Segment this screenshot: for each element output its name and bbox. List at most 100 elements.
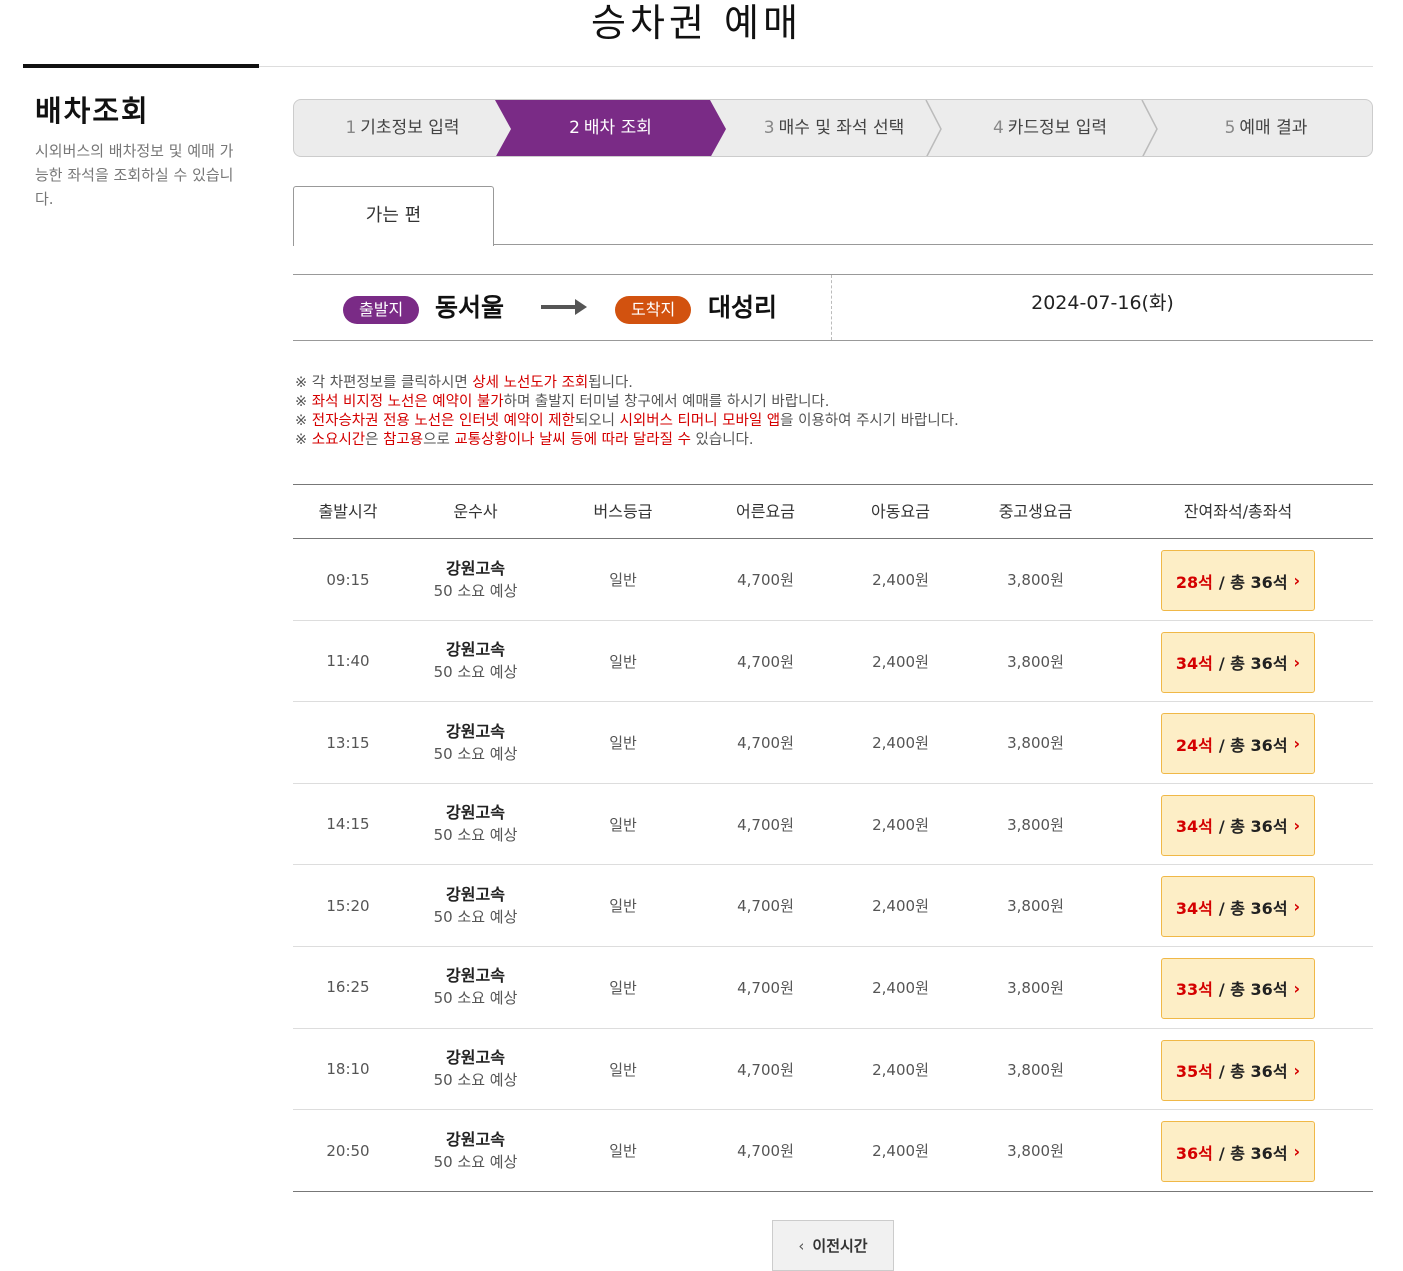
table-row[interactable]: 18:10 강원고속 50 소요 예상 일반 4,700원 2,400원 3,800원 35석… (293, 1029, 1373, 1111)
step-4: 4 카드정보 입력 (992, 118, 1108, 138)
table-row[interactable]: 13:15 강원고속 50 소요 예상 일반 4,700원 2,400원 3,800원 24석… (293, 702, 1373, 784)
child-fare: 2,400원 (872, 897, 929, 916)
bus-grade: 일반 (609, 978, 637, 997)
travel-duration: 50 소요 예상 (433, 1152, 518, 1171)
chevron-right-icon: › (1293, 897, 1301, 917)
chevron-left-icon: ‹ (798, 1236, 805, 1255)
carrier-name: 강원고속 (446, 640, 505, 660)
total-seats: / 총 36석 (1218, 817, 1288, 837)
bus-grade: 일반 (609, 571, 637, 589)
select-seat-button[interactable]: 34석 / 총 36석 › (1161, 876, 1315, 938)
side-description: 시외버스의 배차정보 및 예매 가능한 좌석을 조회하실 수 있습니다. (35, 142, 234, 208)
notice-text: 하며 출발지 터미널 창구에서 예매를 하시기 바랍니다. (503, 394, 830, 410)
travel-duration: 50 소요 예상 (433, 1071, 518, 1090)
select-seat-button[interactable]: 35석 / 총 36석 › (1161, 1039, 1315, 1101)
select-seat-button[interactable]: 33석 / 총 36석 › (1161, 957, 1315, 1019)
table-row[interactable]: 09:15 강원고속 50 소요 예상 일반 4,700원 2,400원 3,800원 28석… (293, 539, 1373, 621)
schedule-table: 출발시각 운수사 버스등급 어른요금 아동요금 중고생요금 잔여좌석/총좌석 0… (293, 484, 1373, 1192)
select-seat-button[interactable]: 28석 / 총 36석 › (1161, 550, 1315, 611)
teen-fare: 3,800원 (1007, 1142, 1064, 1161)
select-seat-button[interactable]: 36석 / 총 36석 › (1161, 1121, 1315, 1183)
notice-highlight: 좌석 비지정 노선은 예약이 불가 (311, 394, 504, 410)
notice-line: ※ 좌석 비지정 노선은 예약이 불가하며 출발지 터미널 창구에서 예매를 하… (295, 393, 959, 412)
teen-fare: 3,800원 (1007, 978, 1064, 997)
teen-fare: 3,800원 (1007, 897, 1064, 916)
travel-duration: 50 소요 예상 (433, 907, 518, 926)
remaining-seats: 35석 (1175, 1062, 1213, 1082)
bus-grade: 일반 (609, 652, 637, 671)
notice-highlight: 상세 노선도가 조회 (472, 375, 589, 391)
table-row[interactable]: 11:40 강원고속 50 소요 예상 일반 4,700원 2,400원 3,800원 34석… (293, 621, 1373, 703)
table-row[interactable]: 15:20 강원고속 50 소요 예상 일반 4,700원 2,400원 3,800원 34석… (293, 865, 1373, 947)
remaining-seats: 36석 (1175, 1143, 1213, 1163)
child-fare: 2,400원 (872, 734, 929, 753)
chevron-right-icon: › (1293, 652, 1301, 672)
notice-text: ※ (295, 394, 312, 410)
bus-grade: 일반 (609, 897, 637, 916)
tab-outbound[interactable]: 가는 편 (293, 186, 494, 246)
carrier-name: 강원고속 (446, 1129, 505, 1149)
side-accent-line (23, 64, 259, 68)
departure-time: 11:40 (326, 652, 370, 671)
notice-highlight: 참고용 (383, 432, 424, 448)
carrier-name: 강원고속 (446, 966, 505, 986)
departure-time: 15:20 (326, 896, 370, 915)
step-3: 3 매수 및 좌석 선택 (763, 118, 905, 138)
table-row[interactable]: 14:15 강원고속 50 소요 예상 일반 4,700원 2,400원 3,800원 34석… (293, 784, 1373, 866)
departure-date: 2024-07-16(화) (1031, 292, 1174, 314)
travel-duration: 50 소요 예상 (433, 989, 518, 1008)
table-row[interactable]: 20:50 강원고속 50 소요 예상 일반 4,700원 2,400원 3,800원 36석… (293, 1110, 1373, 1192)
progress-stepper: 1 기초정보 입력 2 배차 조회 3 매수 및 좌석 선택 4 카드정보 입력 5 예매… (293, 99, 1373, 157)
total-seats: / 총 36석 (1218, 1143, 1288, 1163)
notice-text: 은 (365, 432, 384, 448)
notice-text: ※ 각 차편정보를 클릭하시면 (295, 375, 473, 391)
carrier-cell: 강원고속 50 소요 예상 (403, 1029, 548, 1110)
select-seat-button[interactable]: 34석 / 총 36석 › (1161, 631, 1315, 693)
select-seat-button[interactable]: 34석 / 총 36석 › (1161, 794, 1315, 856)
chevron-right-icon: › (1293, 571, 1301, 590)
total-seats: / 총 36석 (1218, 735, 1288, 755)
travel-duration: 50 소요 예상 (433, 663, 518, 682)
arrow-right-icon (541, 299, 587, 315)
chevron-right-icon: › (1293, 978, 1301, 998)
carrier-cell: 강원고속 50 소요 예상 (403, 539, 548, 620)
header-adult-fare: 어른요금 (736, 502, 795, 521)
travel-duration: 50 소요 예상 (433, 581, 518, 600)
carrier-name: 강원고속 (446, 1048, 505, 1068)
arrival-place: 대성리 (708, 293, 778, 322)
notice-highlight: 소요시간 (311, 432, 366, 448)
header-bus-grade: 버스등급 (593, 502, 653, 521)
carrier-name: 강원고속 (446, 884, 505, 904)
adult-fare: 4,700원 (737, 734, 794, 753)
carrier-name: 강원고속 (446, 721, 505, 741)
departure-badge: 출발지 (343, 296, 420, 324)
child-fare: 2,400원 (872, 815, 929, 834)
notice-line: ※ 각 차편정보를 클릭하시면 상세 노선도가 조회됩니다. (295, 374, 959, 393)
carrier-cell: 강원고속 50 소요 예상 (403, 702, 548, 783)
departure-time: 20:50 (326, 1141, 370, 1160)
chevron-right-icon: › (1293, 1060, 1301, 1080)
carrier-cell: 강원고속 50 소요 예상 (403, 1110, 548, 1191)
header-seats: 잔여좌석/총좌석 (1183, 502, 1293, 521)
carrier-name: 강원고속 (446, 803, 505, 823)
departure-time: 16:25 (326, 978, 370, 997)
select-seat-button[interactable]: 24석 / 총 36석 › (1161, 713, 1315, 775)
chevron-right-icon: › (1293, 815, 1301, 835)
teen-fare: 3,800원 (1007, 652, 1064, 671)
teen-fare: 3,800원 (1007, 1060, 1064, 1079)
teen-fare: 3,800원 (1007, 571, 1064, 589)
adult-fare: 4,700원 (737, 571, 794, 589)
adult-fare: 4,700원 (737, 1142, 794, 1161)
header-divider (259, 66, 1373, 67)
previous-time-button[interactable]: ‹ 이전시간 (772, 1220, 894, 1271)
bus-grade: 일반 (609, 815, 637, 834)
table-row[interactable]: 16:25 강원고속 50 소요 예상 일반 4,700원 2,400원 3,800원 33석… (293, 947, 1373, 1029)
chevron-right-icon: › (1293, 734, 1301, 754)
adult-fare: 4,700원 (737, 652, 794, 671)
route-summary: 출발지 동서울 도착지 대성리 2024-07-16(화) (293, 274, 1373, 341)
notice-text: 으로 (423, 432, 455, 448)
child-fare: 2,400원 (872, 571, 929, 589)
page-title: 승차권 예매 (591, 1, 802, 45)
step-1: 1 기초정보 입력 (345, 118, 460, 138)
header-departure-time: 출발시각 (318, 502, 378, 521)
